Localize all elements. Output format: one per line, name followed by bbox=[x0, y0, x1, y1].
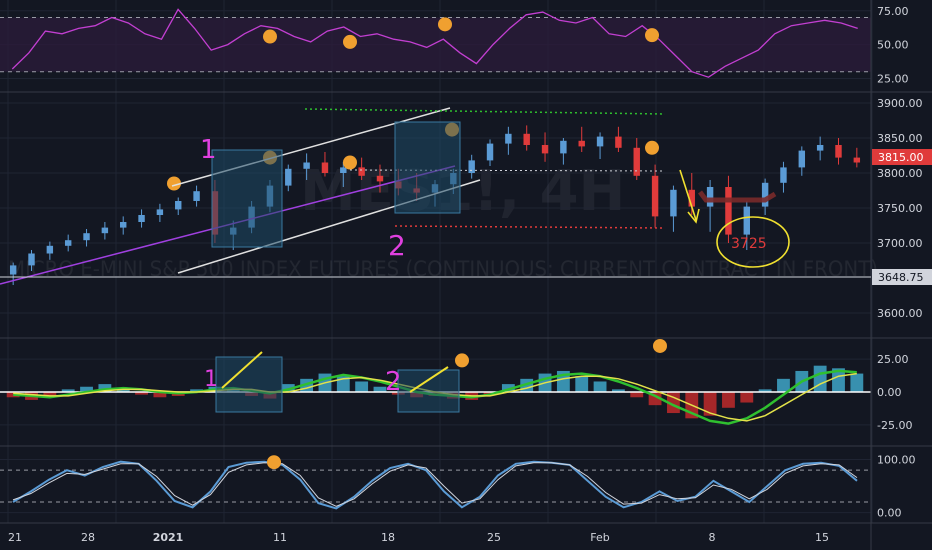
candle-body bbox=[816, 145, 824, 151]
candle-body bbox=[835, 145, 842, 158]
axis-tick-label: 0.00 bbox=[877, 507, 902, 520]
orange-marker bbox=[343, 155, 357, 170]
candle-body bbox=[651, 175, 659, 217]
trading-chart[interactable]: MES1!, 4H MICRO E-MINI S&P 500 INDEX FUT… bbox=[0, 0, 932, 550]
axis-tick-label: 25.00 bbox=[877, 73, 909, 86]
consolidation-box-1 bbox=[211, 149, 283, 248]
candle-body bbox=[376, 175, 384, 182]
candle-body bbox=[706, 187, 714, 207]
target-label: 3725 bbox=[731, 236, 767, 252]
candle-body bbox=[505, 133, 512, 144]
candle-body bbox=[761, 182, 769, 207]
candle-body bbox=[743, 206, 750, 235]
candle-body bbox=[670, 189, 677, 217]
candle-body bbox=[468, 160, 475, 173]
candle-body bbox=[83, 233, 90, 241]
level-price-label: 3648.75 bbox=[878, 271, 924, 284]
macd-histogram-bar bbox=[813, 365, 827, 392]
candle-body bbox=[615, 136, 622, 148]
time-tick-label: 11 bbox=[273, 531, 287, 544]
current-price-label: 3815.00 bbox=[878, 151, 924, 164]
macd-histogram-bar bbox=[850, 373, 864, 392]
candle-body bbox=[725, 187, 732, 235]
orange-marker bbox=[653, 338, 667, 353]
candle-body bbox=[798, 150, 806, 168]
candle-body bbox=[560, 140, 567, 154]
candle-body bbox=[340, 167, 347, 173]
macd-histogram-bar bbox=[703, 392, 717, 416]
orange-marker bbox=[645, 140, 659, 155]
current-price-badge: 3815.00 bbox=[872, 149, 932, 165]
axis-tick-label: 3800.00 bbox=[877, 167, 923, 180]
axis-tick-label: 3850.00 bbox=[877, 132, 923, 145]
time-tick-label: 2021 bbox=[153, 531, 184, 544]
axis-tick-label: 0.00 bbox=[877, 386, 902, 399]
macd-histogram-bar bbox=[355, 381, 369, 392]
candle-body bbox=[486, 143, 494, 161]
orange-marker bbox=[455, 353, 469, 368]
time-tick-label: 8 bbox=[709, 531, 716, 544]
orange-marker bbox=[267, 455, 281, 470]
time-tick-label: 28 bbox=[81, 531, 95, 544]
candle-body bbox=[358, 167, 365, 176]
candle-body bbox=[101, 227, 109, 234]
wave-label-2: 2 bbox=[388, 229, 406, 262]
time-tick-label: 25 bbox=[487, 531, 501, 544]
candle-body bbox=[780, 167, 787, 183]
axis-tick-label: 3900.00 bbox=[877, 97, 923, 110]
axis-tick-label: 75.00 bbox=[877, 5, 909, 18]
axis-tick-label: 100.00 bbox=[877, 454, 916, 467]
rsi-axis: 75.00 50.00 25.00 bbox=[877, 5, 909, 86]
candle-body bbox=[175, 201, 182, 210]
rsi-band bbox=[0, 17, 871, 72]
candle-body bbox=[541, 145, 549, 154]
axis-tick-label: 3700.00 bbox=[877, 237, 923, 250]
orange-marker bbox=[438, 17, 452, 32]
macd-histogram-bar bbox=[722, 392, 735, 408]
candle-body bbox=[46, 245, 54, 254]
candle-body bbox=[596, 136, 604, 147]
candle-body bbox=[138, 215, 145, 222]
candle-body bbox=[156, 209, 164, 215]
macd-histogram-bar bbox=[593, 381, 607, 392]
level-price-badge: 3648.75 bbox=[872, 269, 932, 285]
macd-wave-label-1: 1 bbox=[204, 367, 218, 392]
candle-body bbox=[120, 222, 127, 228]
candle-body bbox=[193, 191, 200, 201]
candle-body bbox=[28, 253, 35, 266]
rsi-pane[interactable] bbox=[0, 8, 871, 80]
macd-box-2 bbox=[397, 369, 460, 413]
axis-tick-label: 25.00 bbox=[877, 353, 909, 366]
axis-tick-label: 3750.00 bbox=[877, 202, 923, 215]
candle-body bbox=[64, 240, 72, 246]
orange-marker bbox=[645, 28, 659, 43]
time-tick-label: 18 bbox=[381, 531, 395, 544]
orange-marker bbox=[343, 34, 357, 49]
time-tick-label: 15 bbox=[815, 531, 829, 544]
axis-tick-label: -25.00 bbox=[877, 419, 912, 432]
wave-label-1: 1 bbox=[200, 135, 217, 165]
candle-body bbox=[853, 157, 861, 163]
candle-body bbox=[303, 162, 310, 169]
candle-body bbox=[285, 168, 292, 186]
candle-body bbox=[523, 133, 530, 145]
macd-histogram-bar bbox=[575, 376, 589, 392]
consolidation-box-2 bbox=[394, 121, 461, 214]
macd-histogram-bar bbox=[630, 392, 644, 398]
time-tick-label: Feb bbox=[590, 531, 609, 544]
axis-tick-label: 50.00 bbox=[877, 39, 909, 52]
macd-histogram-bar bbox=[740, 392, 754, 403]
candle-body bbox=[9, 265, 17, 275]
orange-marker bbox=[263, 29, 277, 44]
macd-wave-label-2: 2 bbox=[385, 367, 402, 397]
candle-body bbox=[633, 147, 640, 176]
candle-body bbox=[321, 162, 329, 173]
time-tick-label: 21 bbox=[8, 531, 22, 544]
candle-body bbox=[578, 140, 585, 147]
axis-tick-label: 3600.00 bbox=[877, 307, 923, 320]
